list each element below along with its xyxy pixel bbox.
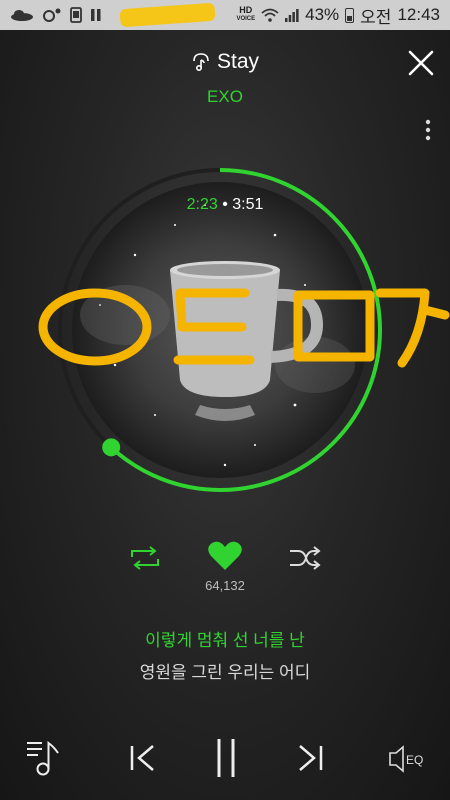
battery-percent: 43% xyxy=(305,5,340,24)
shuffle-icon[interactable] xyxy=(288,545,322,571)
pause-status-icon xyxy=(91,9,101,21)
ampm-label: 오전 xyxy=(360,7,392,27)
hd-voice-indicator: HD VOICE xyxy=(236,6,255,24)
lyric-current-line[interactable]: 이렇게 멈춰 선 너를 난 xyxy=(0,626,450,651)
eq-label: EQ xyxy=(406,753,423,767)
current-time: 2:23 xyxy=(186,196,218,213)
total-time: 3:51 xyxy=(232,196,264,213)
time-separator: • xyxy=(222,196,228,213)
signal-icon xyxy=(285,9,299,22)
status-bar: HD VOICE 43% 오전 12:43 xyxy=(0,0,450,30)
handwritten-annotation xyxy=(38,288,450,368)
time-display: 2:23 • 3:51 xyxy=(0,196,450,214)
wifi-icon xyxy=(261,8,279,22)
next-track-icon[interactable] xyxy=(295,743,325,773)
repeat-icon[interactable] xyxy=(128,545,162,571)
artist-name[interactable]: EXO xyxy=(0,87,450,107)
like-heart-icon[interactable] xyxy=(207,540,243,572)
sound-search-icon[interactable] xyxy=(191,52,211,72)
status-right: HD VOICE 43% 오전 12:43 xyxy=(236,3,440,28)
bottom-controls: EQ xyxy=(0,735,450,785)
voice-label: VOICE xyxy=(236,16,256,22)
redacted-mark xyxy=(119,2,216,28)
more-options-icon[interactable] xyxy=(418,116,438,146)
like-count: 64,132 xyxy=(205,578,245,593)
battery-icon xyxy=(345,7,355,23)
playback-mode-controls xyxy=(0,541,450,581)
pause-icon[interactable] xyxy=(212,737,240,779)
song-title: Stay xyxy=(191,50,259,74)
song-title-text: Stay xyxy=(216,50,260,73)
hd-label: HD xyxy=(239,5,253,15)
cloud-icon xyxy=(11,10,33,21)
status-left xyxy=(10,2,216,28)
phone-icon xyxy=(70,7,82,23)
title-row: Stay xyxy=(0,50,450,77)
lyric-next-line[interactable]: 영원을 그린 우리는 어디 xyxy=(0,658,450,683)
previous-track-icon[interactable] xyxy=(128,743,158,773)
clock: 12:43 xyxy=(397,5,440,24)
close-icon[interactable] xyxy=(406,48,436,78)
playlist-icon[interactable] xyxy=(24,735,64,777)
media-icon xyxy=(43,8,61,22)
equalizer-icon[interactable]: EQ xyxy=(388,743,432,775)
progress-knob[interactable] xyxy=(102,438,121,457)
